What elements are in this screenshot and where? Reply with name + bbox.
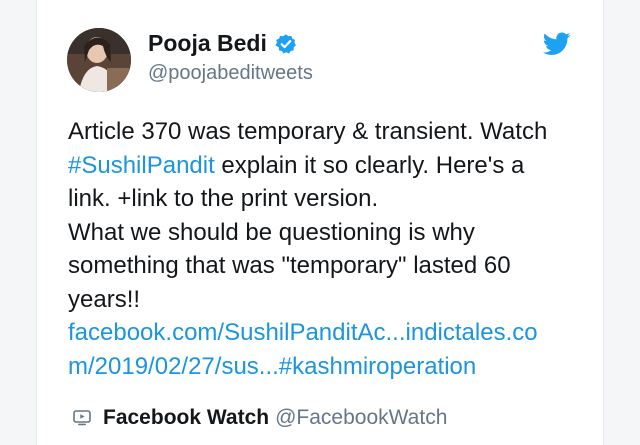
- tweet-text: Article 370 was temporary & transient. W…: [68, 115, 588, 383]
- tweet-card: Pooja Bedi @poojabeditweets Article 370 …: [36, 0, 604, 445]
- tweet-line-2: #SushilPandit explain it so clearly. Her…: [68, 149, 588, 183]
- hashtag-link[interactable]: #SushilPandit: [68, 152, 215, 179]
- author-name-text[interactable]: Pooja Bedi: [148, 30, 267, 57]
- verified-badge-icon: [275, 33, 296, 53]
- url-link-part-2[interactable]: m/2019/02/27/sus...#kashmiroperation: [68, 350, 588, 384]
- url-link-part-1[interactable]: facebook.com/SushilPanditAc...indictales…: [68, 316, 588, 350]
- tweet-line-6: years!!: [68, 285, 141, 313]
- avatar-image: [67, 28, 131, 92]
- tweet-line-4: What we should be questioning is why: [68, 218, 475, 246]
- tweet-line-5: something that was "temporary" lasted 60: [68, 252, 511, 279]
- author-name[interactable]: Pooja Bedi: [148, 30, 297, 57]
- tweet-line-3: link. +link to the print version.: [68, 185, 379, 212]
- tweet-line-1: Article 370 was temporary & transient. W…: [68, 118, 548, 145]
- twitter-bird-icon[interactable]: [543, 32, 571, 56]
- author-handle[interactable]: @poojabeditweets: [148, 62, 313, 85]
- tweet-line-2-text: explain it so clearly. Here's a: [214, 151, 525, 179]
- card-source-name[interactable]: Facebook Watch: [103, 406, 269, 430]
- watch-icon: [73, 410, 91, 426]
- avatar[interactable]: [67, 28, 131, 92]
- card-source-handle[interactable]: @FacebookWatch: [275, 406, 447, 430]
- link-card-footer[interactable]: Facebook Watch @FacebookWatch: [73, 406, 447, 430]
